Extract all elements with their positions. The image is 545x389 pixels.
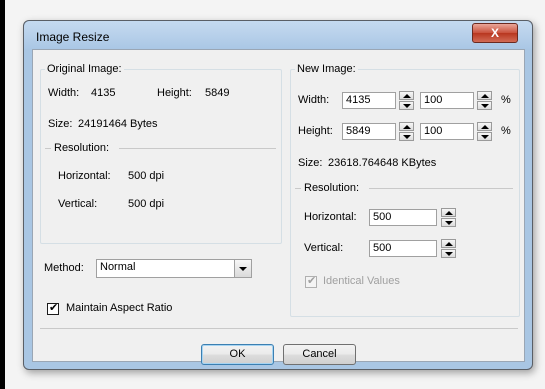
maintain-aspect-checkbox[interactable]: ✔	[47, 302, 59, 315]
new-image-legend: New Image:	[297, 63, 356, 75]
spin-up-button[interactable]	[477, 122, 492, 131]
cancel-button[interactable]: Cancel	[283, 344, 356, 365]
original-height-value: 5849	[205, 87, 230, 99]
arrow-down-icon	[403, 104, 411, 108]
original-vertical-value: 500 dpi	[128, 198, 165, 210]
ok-button[interactable]: OK	[201, 344, 274, 365]
spin-down-button[interactable]	[399, 132, 414, 141]
new-size-value: 23618.764648 KBytes	[328, 157, 437, 169]
new-height-percent-spinner[interactable]	[477, 122, 492, 141]
height-percent-symbol: %	[501, 125, 511, 137]
new-resolution-legend: Resolution:	[304, 182, 360, 194]
image-resize-dialog: Image Resize X Original Image: Width: 41…	[23, 20, 533, 370]
new-horizontal-label: Horizontal:	[304, 211, 357, 223]
checkmark-icon: ✔	[307, 275, 317, 287]
arrow-up-icon	[403, 94, 411, 98]
dialog-body: Original Image: Width: 4135 Height: 5849…	[32, 49, 525, 365]
new-horizontal-spinner[interactable]	[441, 208, 456, 227]
arrow-up-icon	[481, 125, 489, 129]
spin-down-button[interactable]	[441, 249, 456, 258]
original-size-label: Size:	[48, 118, 73, 130]
maintain-aspect-label[interactable]: Maintain Aspect Ratio	[66, 302, 172, 314]
new-height-spinner[interactable]	[399, 122, 414, 141]
bottom-divider	[40, 328, 518, 329]
original-height-label: Height:	[157, 87, 192, 99]
spin-up-button[interactable]	[399, 122, 414, 131]
method-select[interactable]: Normal	[96, 259, 252, 278]
original-width-label: Width:	[48, 87, 80, 99]
spin-up-button[interactable]	[399, 91, 414, 100]
original-size-value: 24191464 Bytes	[78, 118, 158, 130]
chevron-down-icon	[239, 267, 247, 271]
original-image-legend: Original Image:	[47, 63, 122, 75]
new-height-label: Height:	[298, 125, 333, 137]
resolution-divider-right	[119, 148, 276, 149]
arrow-up-icon	[481, 94, 489, 98]
new-size-label: Size:	[298, 157, 323, 169]
new-height-percent-input[interactable]: 100	[420, 123, 474, 140]
identical-values-label[interactable]: Identical Values	[323, 275, 400, 287]
resolution-divider-left	[45, 148, 51, 149]
arrow-up-icon	[445, 242, 453, 246]
new-vertical-input[interactable]: 500	[369, 240, 437, 257]
new-width-percent-input[interactable]: 100	[420, 92, 474, 109]
close-icon: X	[490, 26, 499, 40]
new-width-input[interactable]: 4135	[342, 92, 396, 109]
spin-up-button[interactable]	[477, 91, 492, 100]
spin-down-button[interactable]	[477, 101, 492, 110]
method-select-value: Normal	[100, 261, 136, 273]
arrow-down-icon	[403, 135, 411, 139]
original-vertical-label: Vertical:	[58, 198, 98, 210]
new-height-input[interactable]: 5849	[342, 123, 396, 140]
new-vertical-spinner[interactable]	[441, 239, 456, 258]
title-bar[interactable]: Image Resize X	[24, 21, 532, 49]
spin-down-button[interactable]	[477, 132, 492, 141]
identical-values-checkbox[interactable]: ✔	[305, 275, 317, 288]
arrow-down-icon	[445, 252, 453, 256]
new-resolution-divider-right	[369, 188, 513, 189]
original-resolution-legend: Resolution:	[54, 142, 110, 154]
original-width-value: 4135	[91, 87, 116, 99]
original-horizontal-value: 500 dpi	[128, 170, 165, 182]
new-horizontal-input[interactable]: 500	[369, 209, 437, 226]
new-width-percent-spinner[interactable]	[477, 91, 492, 110]
new-width-label: Width:	[298, 94, 330, 106]
arrow-up-icon	[445, 211, 453, 215]
spin-down-button[interactable]	[399, 101, 414, 110]
method-dropdown-button[interactable]	[234, 260, 251, 277]
arrow-up-icon	[403, 125, 411, 129]
checkmark-icon: ✔	[49, 302, 59, 314]
arrow-down-icon	[481, 104, 489, 108]
spin-up-button[interactable]	[441, 208, 456, 217]
arrow-down-icon	[445, 221, 453, 225]
width-percent-symbol: %	[501, 94, 511, 106]
new-resolution-divider-left	[295, 188, 301, 189]
window-edge	[0, 0, 5, 389]
new-width-spinner[interactable]	[399, 91, 414, 110]
new-vertical-label: Vertical:	[304, 242, 344, 254]
arrow-down-icon	[481, 135, 489, 139]
spin-up-button[interactable]	[441, 239, 456, 248]
close-button[interactable]: X	[472, 23, 518, 43]
dialog-title: Image Resize	[36, 30, 110, 44]
original-horizontal-label: Horizontal:	[58, 170, 111, 182]
spin-down-button[interactable]	[441, 218, 456, 227]
method-label: Method:	[44, 262, 84, 274]
